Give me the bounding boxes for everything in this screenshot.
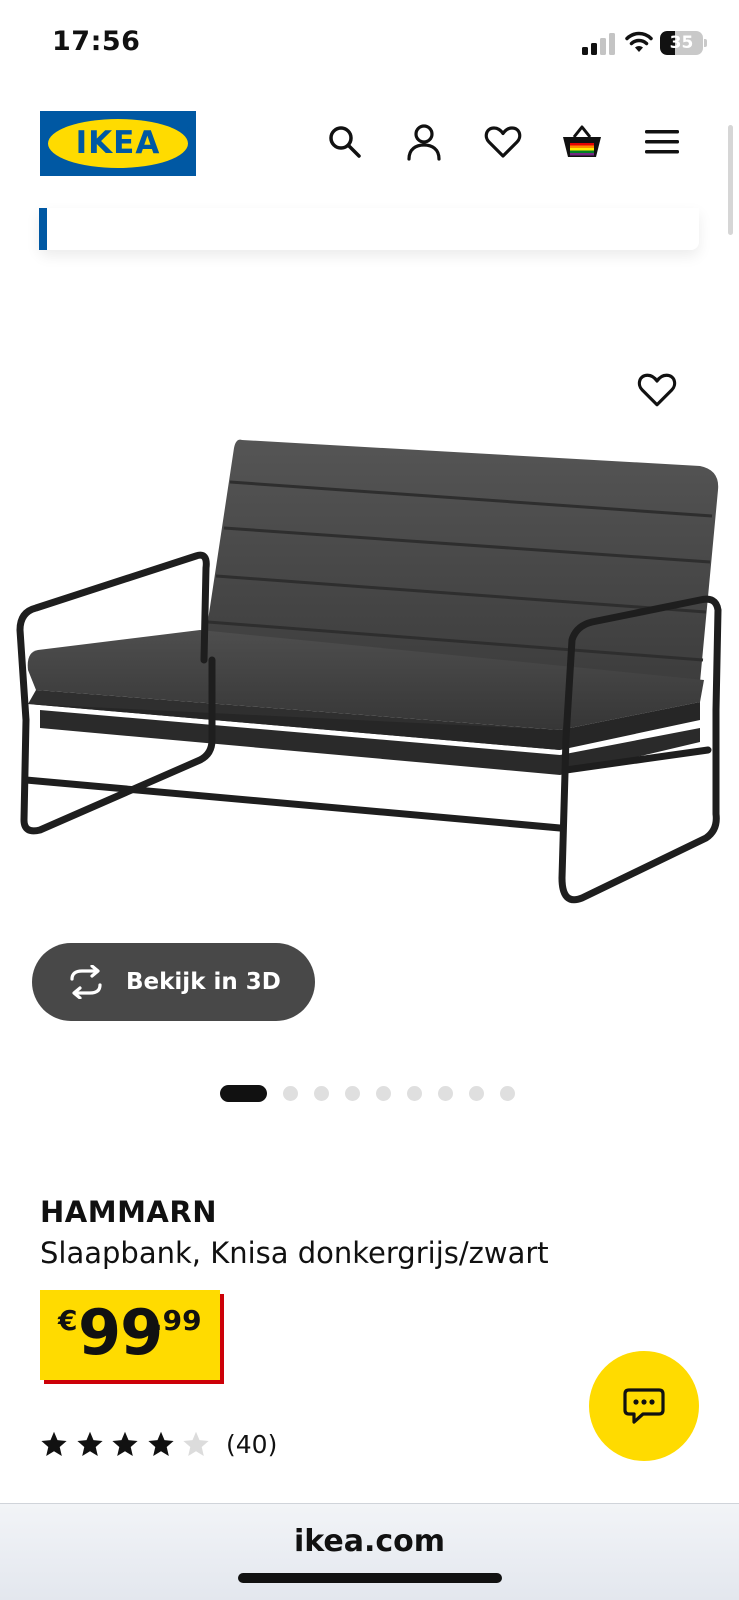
chat-button[interactable] (589, 1351, 699, 1461)
notice-banner (39, 208, 699, 250)
status-bar: 17:56 35 (0, 0, 739, 90)
star-filled-icon (41, 1431, 67, 1457)
favourites-icon[interactable] (481, 120, 525, 164)
star-filled-icon (112, 1431, 138, 1457)
price-currency: € (58, 1304, 78, 1337)
product-description: Slaapbank, Knisa donkergrijs/zwart (40, 1236, 549, 1270)
star-empty-icon (183, 1431, 209, 1457)
wifi-icon (625, 31, 653, 52)
url-text[interactable]: ikea.com (0, 1524, 739, 1559)
product-rating[interactable]: (40) (40, 1430, 300, 1460)
site-header: IKEA ® (0, 90, 739, 214)
price-decimal: .99 (152, 1304, 202, 1337)
carousel-dot[interactable] (345, 1086, 360, 1101)
cart-icon[interactable] (560, 120, 604, 164)
view-3d-button[interactable]: Bekijk in 3D (32, 943, 315, 1021)
battery-icon: 35 (660, 31, 708, 55)
carousel-dot[interactable] (469, 1086, 484, 1101)
cellular-signal-icon (582, 33, 615, 55)
carousel-dot[interactable] (376, 1086, 391, 1101)
ikea-logo[interactable]: IKEA ® (40, 111, 196, 176)
rotate-3d-icon (70, 965, 102, 999)
price-tag: € 99 .99 (40, 1290, 220, 1380)
carousel-dot-active[interactable] (220, 1085, 267, 1102)
search-icon[interactable] (323, 120, 367, 164)
status-time: 17:56 (52, 26, 141, 57)
menu-icon[interactable] (640, 120, 684, 164)
battery-level: 35 (669, 33, 694, 53)
star-filled-icon (147, 1431, 174, 1457)
rating-count: (40) (226, 1430, 278, 1459)
account-icon[interactable] (402, 120, 446, 164)
product-name: HAMMARN (40, 1195, 217, 1229)
carousel-dot[interactable] (283, 1086, 298, 1101)
notice-accent (39, 208, 47, 250)
carousel-dot[interactable] (438, 1086, 453, 1101)
chat-icon (623, 1388, 665, 1424)
carousel-dot[interactable] (500, 1086, 515, 1101)
product-image[interactable] (0, 330, 739, 950)
logo-text: IKEA (75, 125, 161, 161)
price-integer: 99 (78, 1296, 163, 1369)
image-carousel-indicator[interactable] (220, 1085, 530, 1102)
browser-url-bar[interactable]: ikea.com (0, 1503, 739, 1600)
carousel-dot[interactable] (407, 1086, 422, 1101)
page-scrollbar[interactable] (728, 125, 733, 235)
view-3d-label: Bekijk in 3D (126, 969, 281, 995)
add-to-favourites-icon[interactable] (637, 372, 681, 416)
home-indicator[interactable] (238, 1573, 502, 1583)
star-filled-icon (76, 1431, 103, 1457)
carousel-dot[interactable] (314, 1086, 329, 1101)
